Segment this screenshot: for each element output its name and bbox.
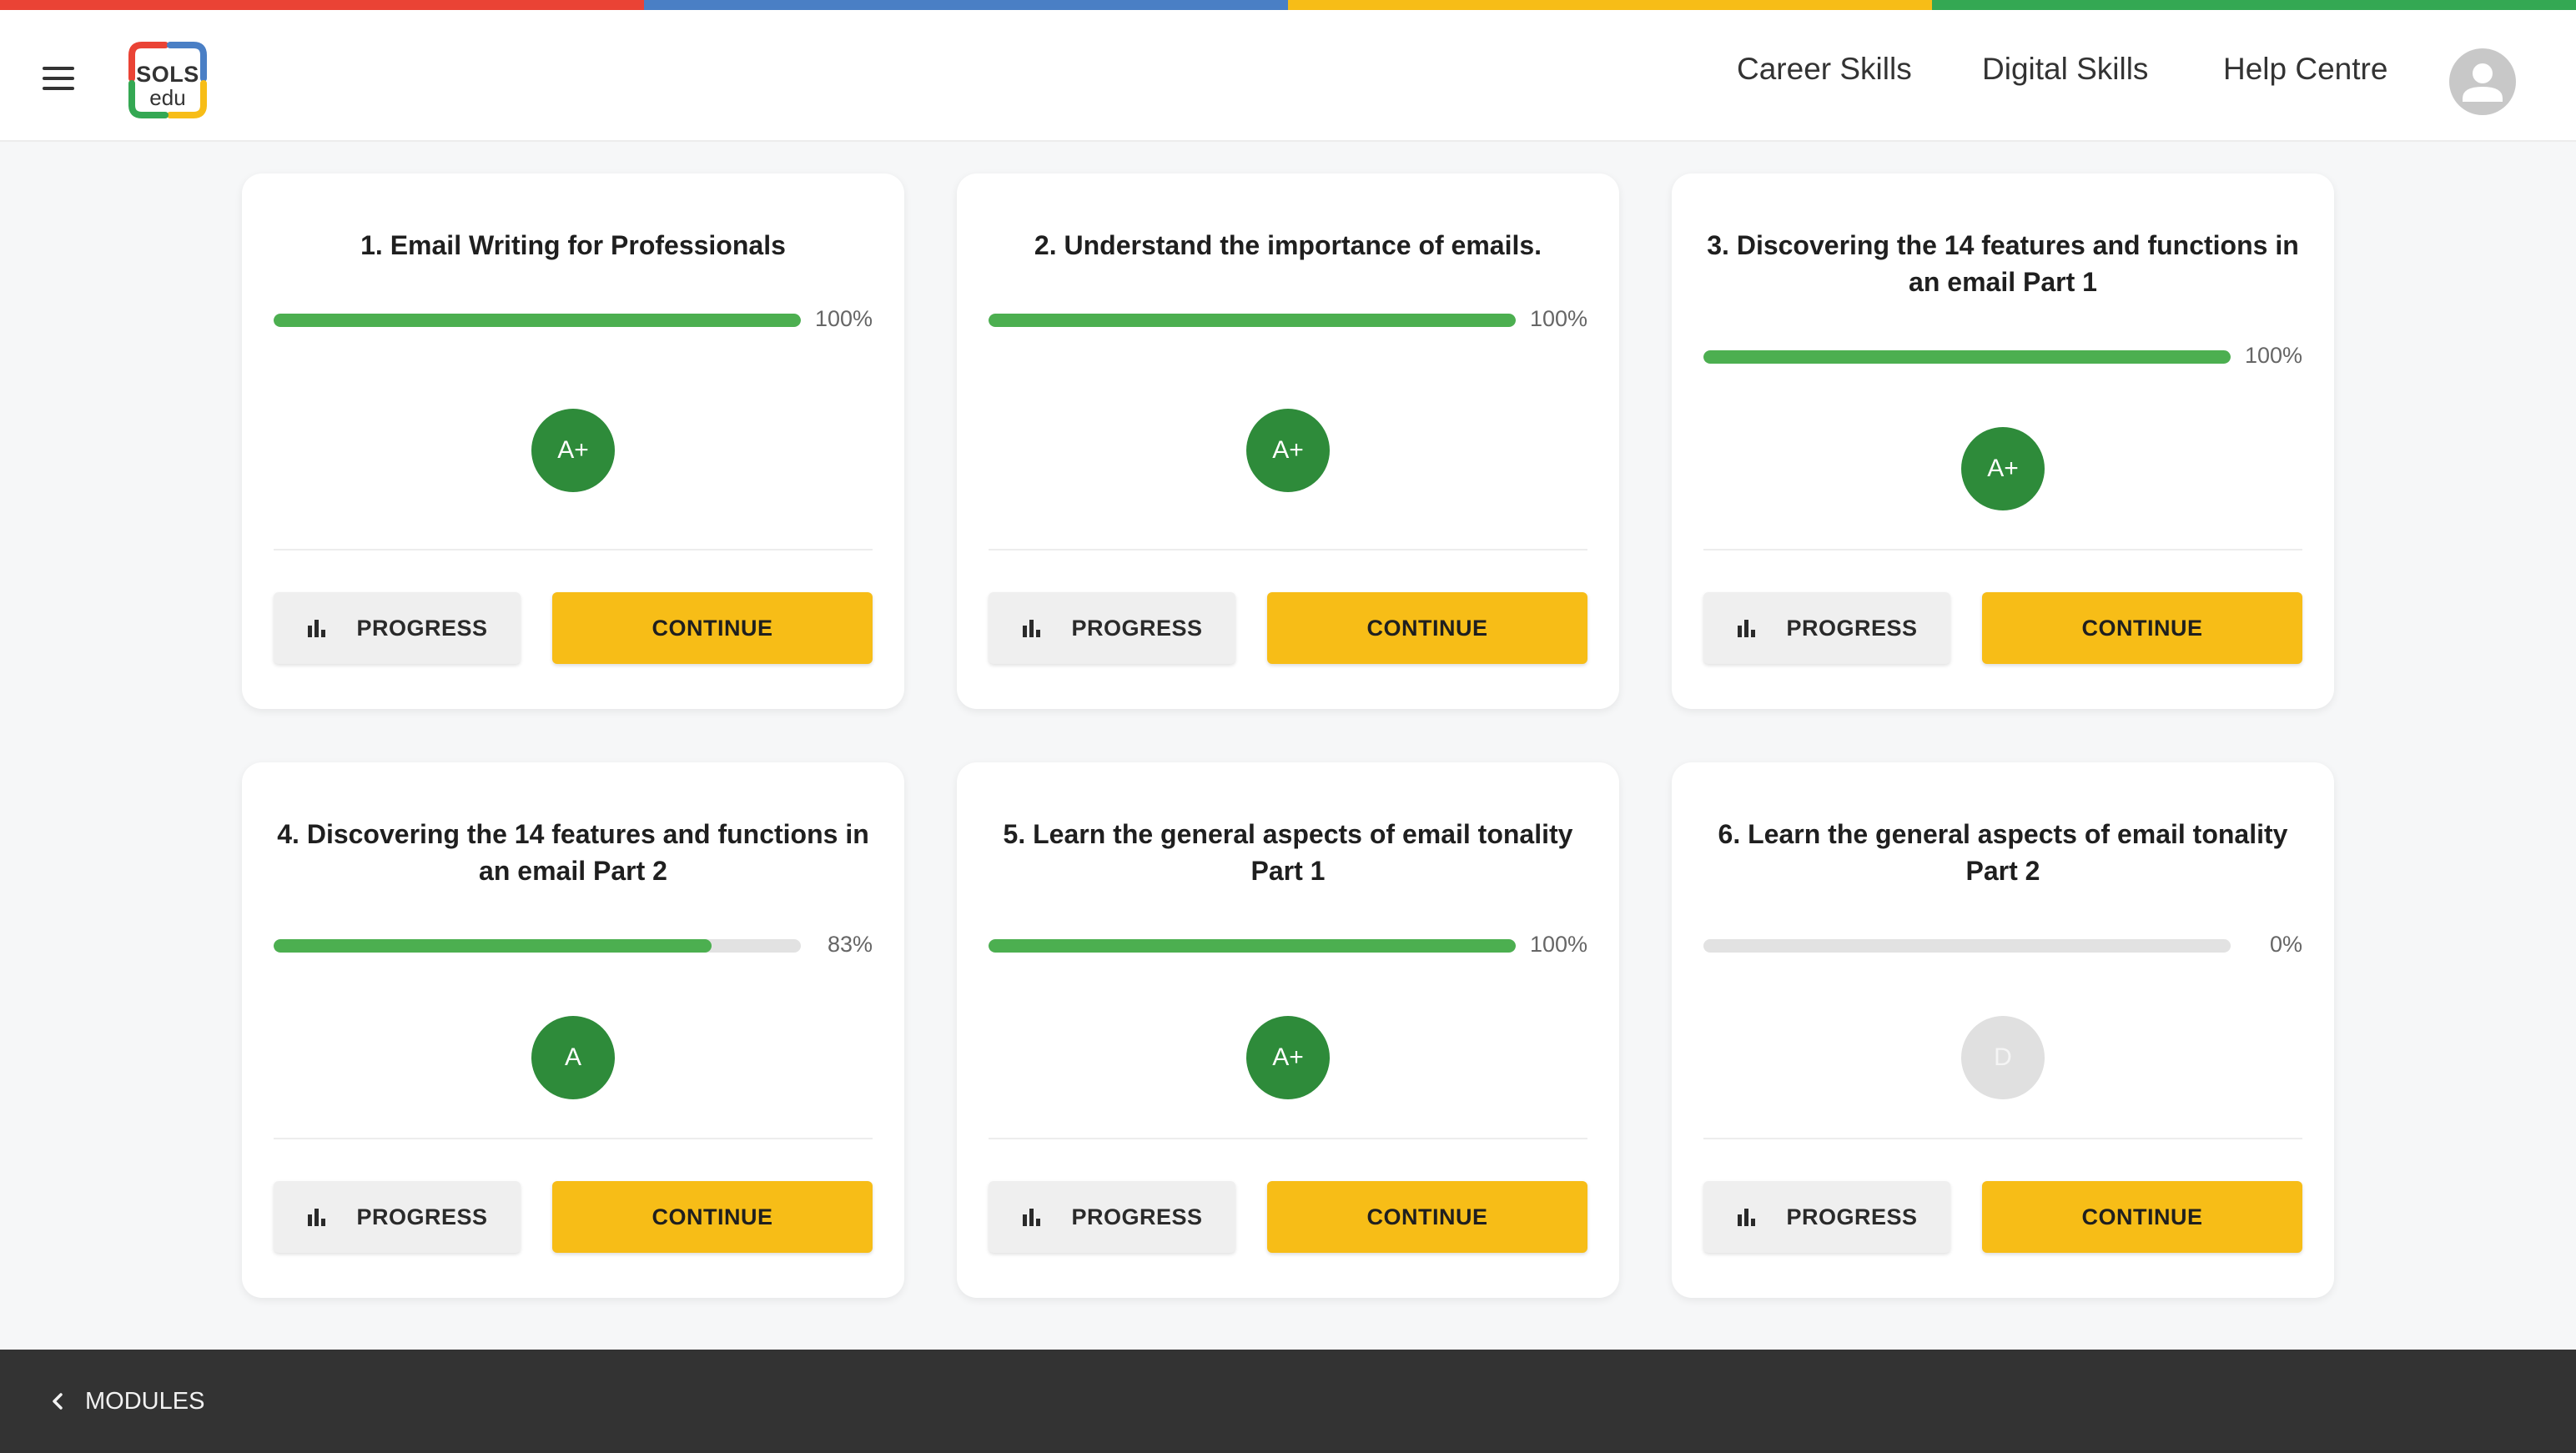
progress-percent: 100% <box>814 306 873 331</box>
sols-edu-logo[interactable]: SOLS edu <box>125 38 210 122</box>
progress-bar <box>1703 350 2231 364</box>
progress-percent: 0% <box>2269 932 2302 957</box>
card-divider <box>989 1138 1587 1139</box>
logo-text-sols: SOLS <box>136 62 199 87</box>
module-card-5: 5. Learn the general aspects of email to… <box>957 762 1619 1298</box>
continue-button[interactable]: CONTINUE <box>552 1181 873 1253</box>
module-title: 6. Learn the general aspects of email to… <box>1718 819 2288 886</box>
progress-bar <box>989 314 1516 327</box>
module-card-1: 1. Email Writing for Professionals 100% … <box>242 173 904 709</box>
progress-percent: 83% <box>827 932 873 957</box>
progress-percent: 100% <box>1529 306 1587 331</box>
bar-chart-icon <box>308 620 326 637</box>
progress-button-label: PROGRESS <box>1786 1204 1918 1229</box>
grade-badge: A+ <box>531 409 615 492</box>
card-divider <box>274 1138 873 1139</box>
user-avatar-icon[interactable] <box>2449 48 2516 115</box>
progress-bar-fill <box>989 939 1516 953</box>
card-divider <box>989 549 1587 551</box>
top-color-stripe <box>0 0 2576 10</box>
module-card-4: 4. Discovering the 14 features and funct… <box>242 762 904 1298</box>
module-title: 4. Discovering the 14 features and funct… <box>277 819 869 886</box>
progress-bar <box>989 939 1516 953</box>
bar-chart-icon <box>1023 1209 1041 1226</box>
grade-badge: D <box>1961 1016 2045 1099</box>
chevron-left-icon <box>53 1393 63 1410</box>
progress-bar-fill <box>274 314 801 327</box>
bar-chart-icon <box>308 1209 326 1226</box>
card-divider <box>1703 1138 2302 1139</box>
module-title: 5. Learn the general aspects of email to… <box>1003 819 1573 886</box>
progress-button-label: PROGRESS <box>1071 1204 1203 1229</box>
progress-bar <box>274 314 801 327</box>
card-divider <box>274 549 873 551</box>
progress-button[interactable]: PROGRESS <box>989 592 1235 664</box>
nav-digital-skills[interactable]: Digital Skills <box>1982 52 2148 87</box>
continue-button[interactable]: CONTINUE <box>1982 1181 2302 1253</box>
progress-button[interactable]: PROGRESS <box>1703 1181 1950 1253</box>
progress-bar-fill <box>989 314 1516 327</box>
continue-button[interactable]: CONTINUE <box>1267 1181 1587 1253</box>
header: SOLS edu Career Skills Digital Skills He… <box>0 10 2576 142</box>
hamburger-menu-icon[interactable] <box>37 57 80 100</box>
continue-button[interactable]: CONTINUE <box>1267 592 1587 664</box>
progress-percent: 100% <box>2244 343 2302 368</box>
stripe-red <box>0 0 644 10</box>
grade-badge: A+ <box>1246 409 1330 492</box>
logo-text-edu: edu <box>149 85 186 110</box>
module-title: 3. Discovering the 14 features and funct… <box>1707 230 2299 297</box>
grade-badge: A+ <box>1246 1016 1330 1099</box>
modules-label: MODULES <box>85 1387 205 1415</box>
stripe-yellow <box>1288 0 1932 10</box>
module-card-3: 3. Discovering the 14 features and funct… <box>1672 173 2334 709</box>
stripe-blue <box>644 0 1288 10</box>
bar-chart-icon <box>1738 620 1756 637</box>
progress-button[interactable]: PROGRESS <box>274 592 521 664</box>
nav-help-centre[interactable]: Help Centre <box>2223 52 2387 87</box>
nav-career-skills[interactable]: Career Skills <box>1737 52 1912 87</box>
bar-chart-icon <box>1023 620 1041 637</box>
module-title: 2. Understand the importance of emails. <box>1034 230 1542 260</box>
progress-button-label: PROGRESS <box>1071 615 1203 641</box>
progress-button[interactable]: PROGRESS <box>274 1181 521 1253</box>
module-title: 1. Email Writing for Professionals <box>360 230 786 260</box>
progress-bar <box>274 939 801 953</box>
progress-button-label: PROGRESS <box>356 1204 488 1229</box>
module-card-6: 6. Learn the general aspects of email to… <box>1672 762 2334 1298</box>
progress-button-label: PROGRESS <box>1786 615 1918 641</box>
progress-button[interactable]: PROGRESS <box>1703 592 1950 664</box>
progress-bar <box>1703 939 2231 953</box>
progress-button-label: PROGRESS <box>356 615 488 641</box>
card-divider <box>1703 549 2302 551</box>
progress-button[interactable]: PROGRESS <box>989 1181 1235 1253</box>
module-card-2: 2. Understand the importance of emails. … <box>957 173 1619 709</box>
grade-badge: A+ <box>1961 427 2045 510</box>
module-cards-grid: 1. Email Writing for Professionals 100% … <box>242 173 2334 1300</box>
continue-button[interactable]: CONTINUE <box>552 592 873 664</box>
stripe-green <box>1932 0 2576 10</box>
grade-badge: A <box>531 1016 615 1099</box>
progress-bar-fill <box>1703 350 2231 364</box>
person-silhouette-icon <box>2463 63 2503 102</box>
progress-percent: 100% <box>1529 932 1587 957</box>
bar-chart-icon <box>1738 1209 1756 1226</box>
modules-back-button[interactable]: MODULES <box>50 1383 204 1420</box>
footer-bar: MODULES <box>0 1350 2576 1453</box>
progress-bar-fill <box>274 939 712 953</box>
continue-button[interactable]: CONTINUE <box>1982 592 2302 664</box>
